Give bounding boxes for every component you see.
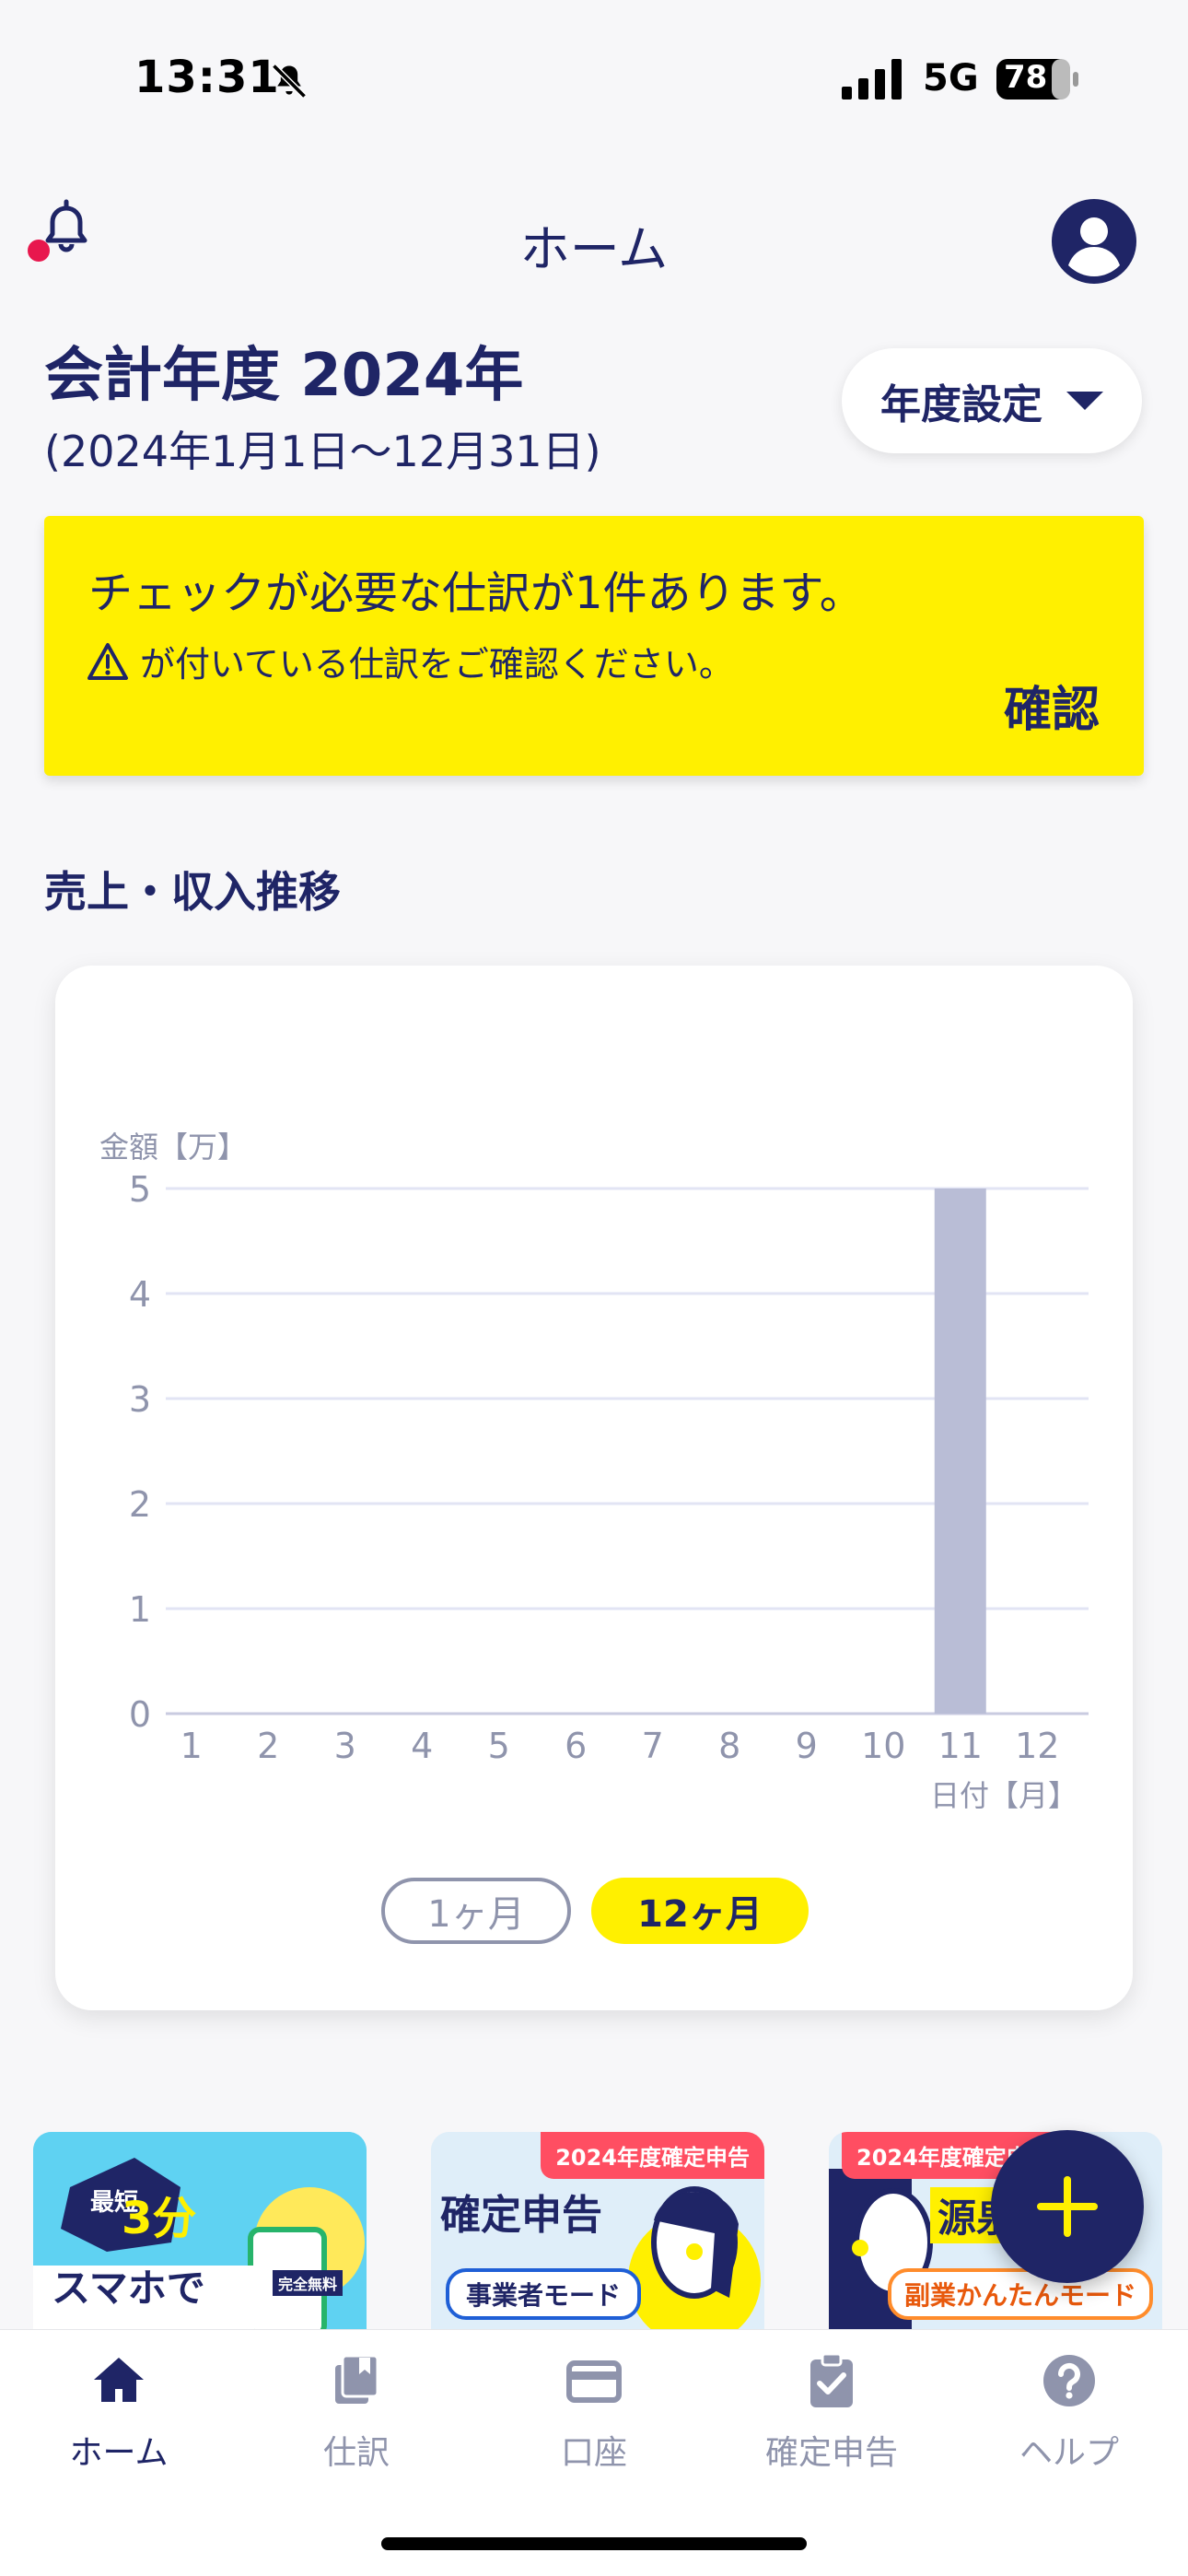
year-settings-button[interactable]: 年度設定 xyxy=(842,348,1142,453)
network-type: 5G xyxy=(923,57,979,100)
banner1-text-c: スマホで xyxy=(52,2266,205,2311)
nav-journal-label: 仕訳 xyxy=(322,2434,390,2472)
sales-chart-card: 金額【万】 日付【月】 012345 1 2 3 4 5 6 7 8 9 10 11 12 1ヶ月 1… xyxy=(55,966,1133,2010)
banner2-badge: 2024年度確定申告 xyxy=(541,2132,764,2179)
y-tick-label: 3 xyxy=(129,1379,151,1420)
x-tick-label: 6 xyxy=(565,1726,587,1766)
nav-journal[interactable]: 仕訳 xyxy=(238,2348,475,2474)
x-tick-label: 4 xyxy=(411,1726,433,1766)
alert-message: チェックが必要な仕訳が1件あります。 xyxy=(88,568,864,619)
nav-accounts[interactable]: 口座 xyxy=(475,2348,713,2474)
nav-accounts-label: 口座 xyxy=(560,2434,627,2472)
banner1-text-b: 3分 xyxy=(122,2193,197,2244)
year-settings-label: 年度設定 xyxy=(880,381,1042,428)
x-tick-label: 1 xyxy=(181,1726,203,1766)
bell-slash-icon xyxy=(272,64,307,99)
plus-icon xyxy=(1037,2176,1098,2237)
clipboard-check-icon xyxy=(810,2352,853,2407)
nav-help-label: ヘルプ xyxy=(1019,2434,1119,2472)
y-tick-label: 1 xyxy=(129,1589,151,1630)
nav-help[interactable]: ヘルプ xyxy=(950,2348,1188,2474)
signal-icon xyxy=(842,59,902,100)
alert-sub-row: が付いている仕訳をご確認ください。 xyxy=(87,636,734,686)
y-tick-label: 0 xyxy=(129,1694,151,1735)
x-tick-label: 2 xyxy=(257,1726,279,1766)
check-alert-card[interactable]: チェックが必要な仕訳が1件あります。 が付いている仕訳をご確認ください。 確認 xyxy=(44,516,1144,776)
sales-bar-chart: 金額【万】 日付【月】 012345 1 2 3 4 5 6 7 8 9 10 11 12 xyxy=(99,1130,1089,1813)
alert-sub-message: が付いている仕訳をご確認ください。 xyxy=(140,644,734,685)
user-circle-icon xyxy=(1052,199,1136,284)
banner1-text-d: 完全無料 xyxy=(273,2270,344,2296)
x-tick-label: 3 xyxy=(334,1726,356,1766)
y-tick-label: 5 xyxy=(129,1169,151,1210)
home-indicator xyxy=(381,2537,807,2550)
add-journal-button[interactable] xyxy=(991,2130,1144,2283)
section-title: 売上・収入推移 xyxy=(44,867,341,917)
battery-indicator: 78 xyxy=(996,57,1079,101)
help-icon xyxy=(1043,2355,1095,2406)
status-time: 13:31 xyxy=(134,52,280,103)
business-mode-banner[interactable]: 2024年度確定申告 確定申告 事業者モード xyxy=(431,2132,764,2335)
warning-icon xyxy=(87,642,128,680)
battery-level: 78 xyxy=(1004,59,1048,96)
x-tick-label: 8 xyxy=(718,1726,740,1766)
journal-icon xyxy=(335,2354,379,2404)
card-icon xyxy=(566,2360,622,2403)
y-axis-label: 金額【万】 xyxy=(99,1130,247,1165)
nav-home[interactable]: ホーム xyxy=(0,2348,238,2474)
y-tick-label: 4 xyxy=(129,1274,151,1315)
banner2-title: 確定申告 xyxy=(440,2192,602,2239)
bar-11 xyxy=(934,1188,986,1714)
alert-confirm-button[interactable]: 確認 xyxy=(1004,671,1100,740)
banner2-mode: 事業者モード xyxy=(446,2268,642,2320)
nav-home-label: ホーム xyxy=(69,2434,169,2472)
fiscal-year-title: 会計年度 2024年 xyxy=(44,342,524,410)
x-tick-label: 5 xyxy=(488,1726,510,1766)
period-12-months-button[interactable]: 12ヶ月 xyxy=(591,1878,809,1944)
x-tick-label: 10 xyxy=(861,1726,905,1766)
nav-tax-return-label: 確定申告 xyxy=(764,2434,898,2472)
fiscal-year-range: (2024年1月1日〜12月31日) xyxy=(44,427,601,476)
x-axis-label: 日付【月】 xyxy=(930,1778,1077,1813)
banner3-mode: 副業かんたんモード xyxy=(888,2268,1154,2320)
x-tick-label: 11 xyxy=(938,1726,983,1766)
period-1-month-button[interactable]: 1ヶ月 xyxy=(381,1878,571,1944)
x-tick-label: 12 xyxy=(1015,1726,1059,1766)
smartphone-banner[interactable]: 最短 3分 スマホで 完全無料 xyxy=(33,2132,367,2335)
account-button[interactable] xyxy=(1050,197,1138,286)
page-title: ホーム xyxy=(519,220,669,278)
home-icon xyxy=(94,2358,144,2402)
x-tick-label: 9 xyxy=(796,1726,818,1766)
nav-tax-return[interactable]: 確定申告 xyxy=(713,2348,950,2474)
x-tick-label: 7 xyxy=(642,1726,664,1766)
y-tick-label: 2 xyxy=(129,1484,151,1525)
chevron-down-icon xyxy=(1066,392,1103,410)
